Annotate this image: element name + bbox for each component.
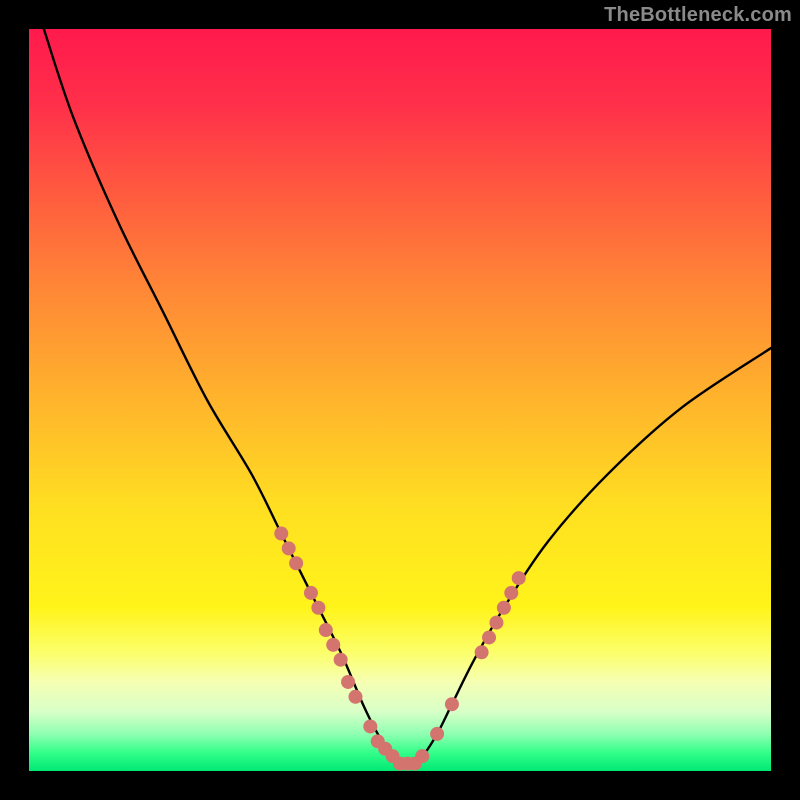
marker-dot <box>430 727 444 741</box>
marker-dot <box>348 690 362 704</box>
marker-dot <box>482 630 496 644</box>
marker-dot <box>497 601 511 615</box>
highlight-markers <box>274 527 525 771</box>
marker-dot <box>326 638 340 652</box>
marker-dot <box>475 645 489 659</box>
bottleneck-curve <box>44 29 771 764</box>
marker-dot <box>304 586 318 600</box>
marker-dot <box>311 601 325 615</box>
marker-dot <box>274 527 288 541</box>
marker-dot <box>289 556 303 570</box>
marker-dot <box>319 623 333 637</box>
marker-dot <box>415 749 429 763</box>
chart-frame <box>29 29 771 771</box>
marker-dot <box>504 586 518 600</box>
chart-plot <box>29 29 771 771</box>
watermark-text: TheBottleneck.com <box>604 4 792 27</box>
marker-dot <box>445 697 459 711</box>
marker-dot <box>334 653 348 667</box>
marker-dot <box>512 571 526 585</box>
marker-dot <box>282 541 296 555</box>
marker-dot <box>341 675 355 689</box>
marker-dot <box>363 719 377 733</box>
marker-dot <box>489 616 503 630</box>
